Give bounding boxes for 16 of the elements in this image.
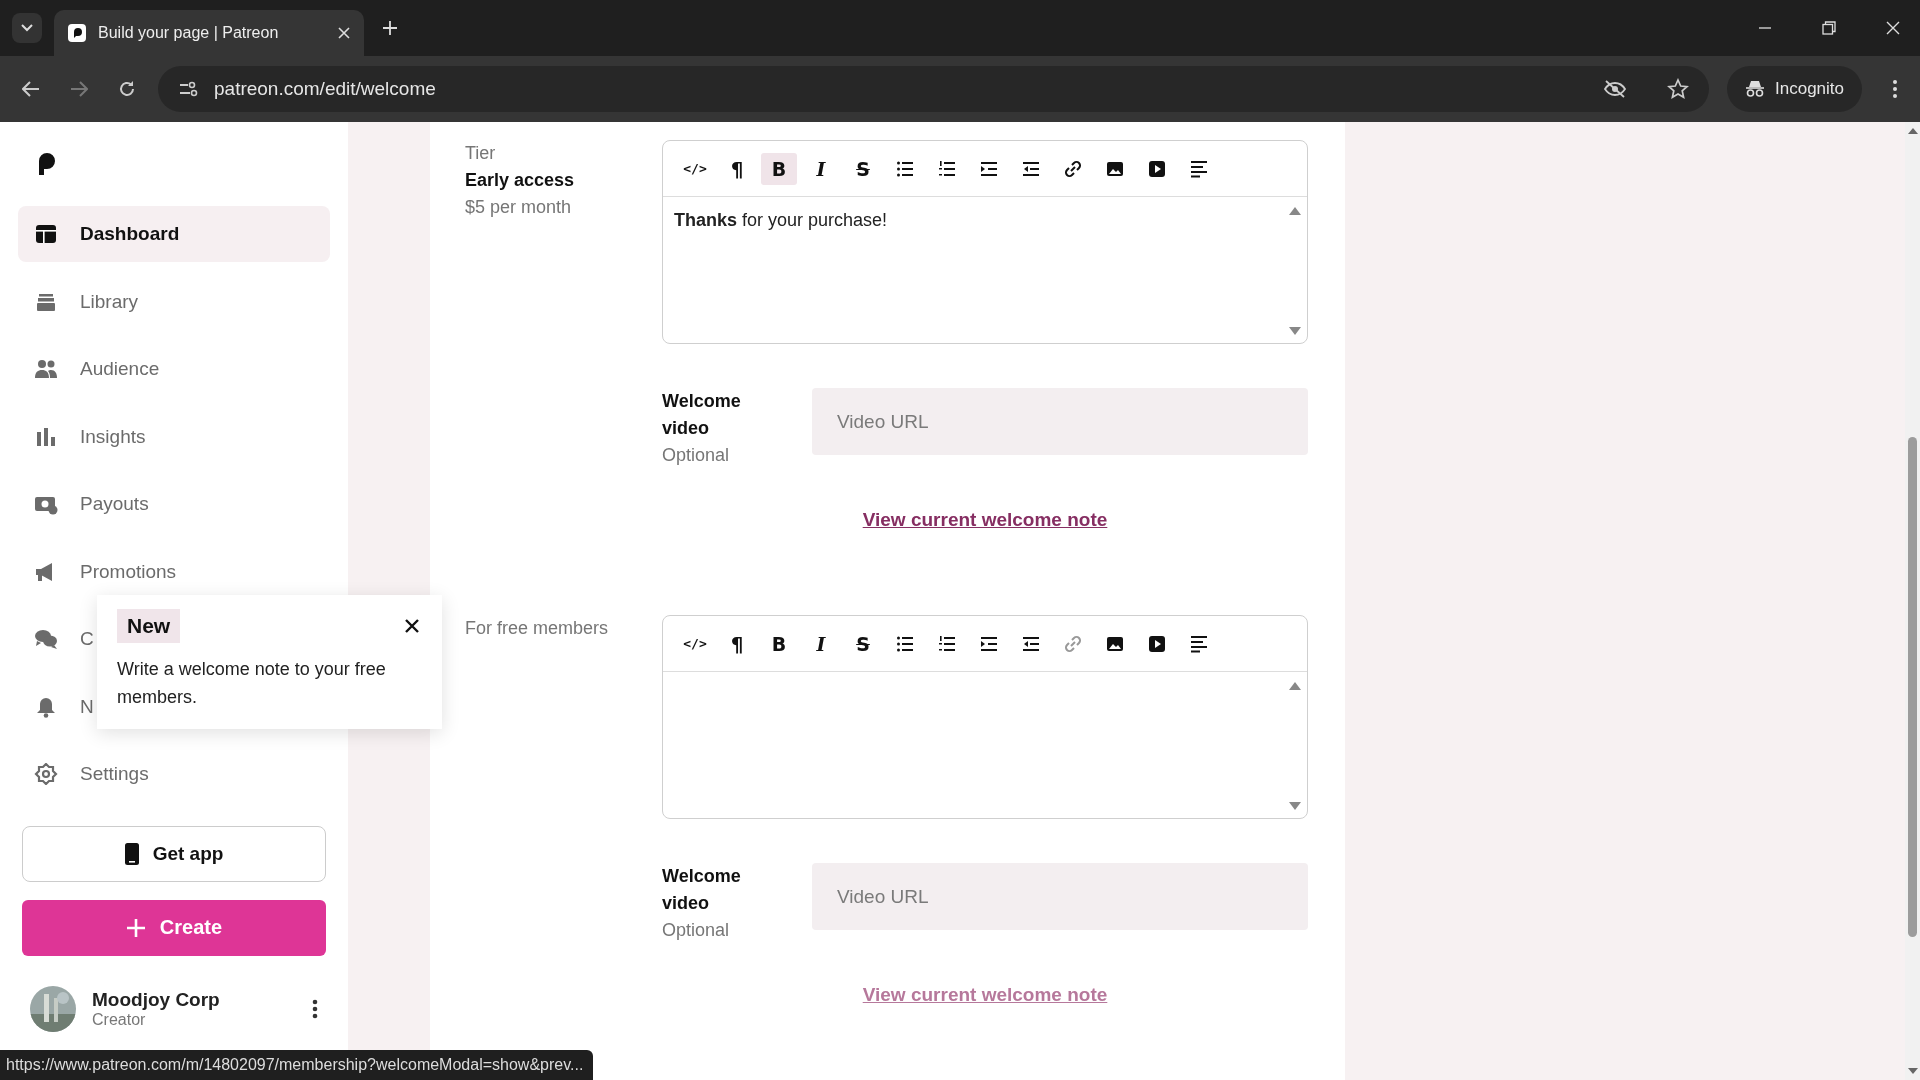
- optional-hint: Optional: [662, 919, 731, 942]
- optional-hint: Optional: [662, 444, 731, 467]
- video-label: Welcome video: [662, 865, 742, 915]
- url-text: patreon.com/edit/welcome: [214, 78, 436, 100]
- tier-label: Tier: [465, 142, 497, 165]
- popover-text: Write a welcome note to your free members.: [117, 658, 387, 709]
- video-label: Welcome video: [662, 390, 742, 440]
- new-badge: New: [117, 609, 181, 643]
- editor-text: Thanks for your purchase!: [674, 210, 888, 230]
- tier-name: Early access: [465, 169, 576, 192]
- user-name: Moodjoy Corp: [92, 988, 221, 1011]
- tier-price: $5 per month: [465, 196, 573, 219]
- user-role: Creator: [92, 1010, 147, 1029]
- section-label: For free members: [465, 617, 610, 640]
- status-url: https://www.patreon.com/m/14802097/membership?welcomeModal=show&prev...: [0, 1050, 594, 1080]
- tab-title: Build your page | Patreon: [98, 24, 280, 42]
